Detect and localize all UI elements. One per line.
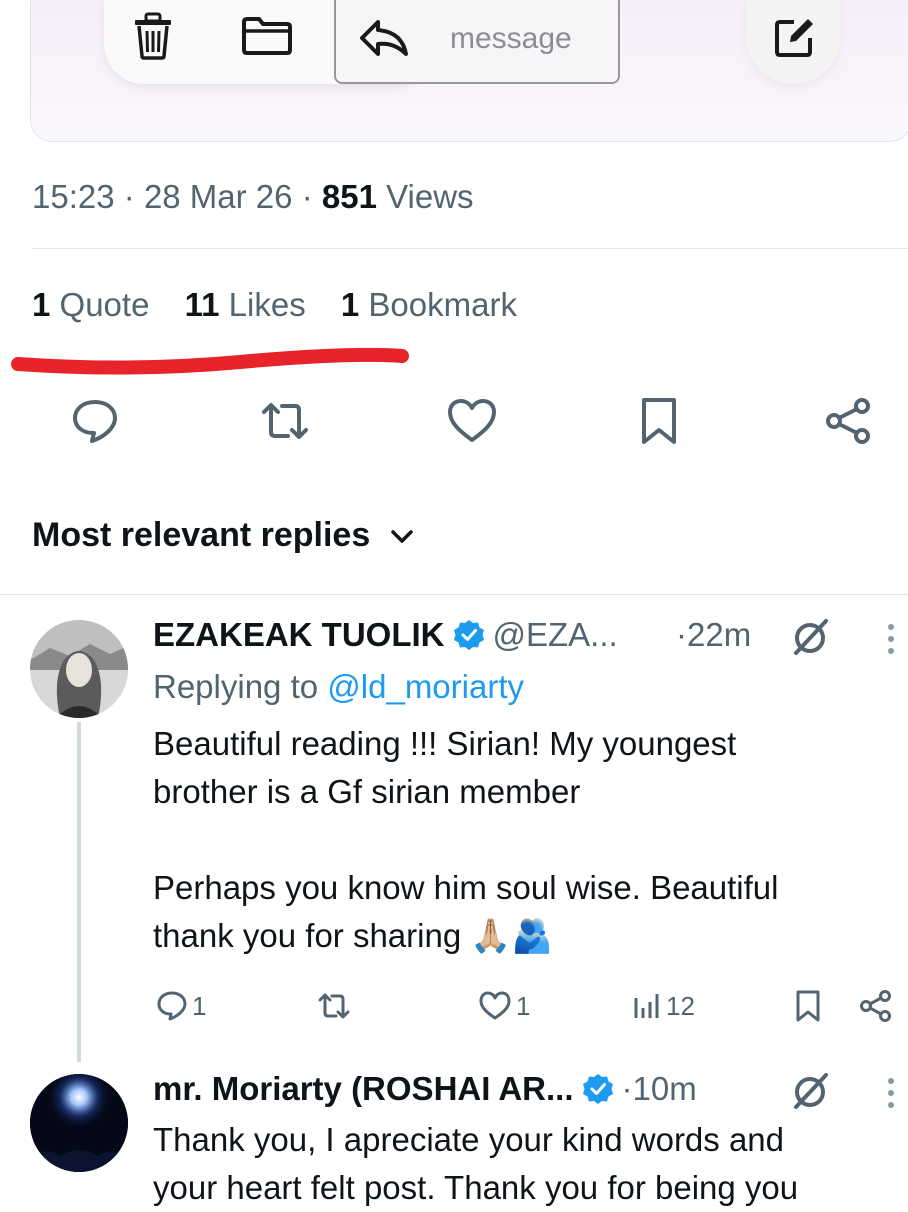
reply-time[interactable]: ·10m [622,1070,697,1108]
emoji: 🙏🏼🫂 [470,917,553,954]
views-chart-icon [634,994,659,1018]
more-options-icon[interactable] [888,1078,896,1114]
reply-body: Beautiful reading !!! Sirian! My younges… [153,725,779,954]
replies-sort-label: Most relevant replies [32,516,371,554]
reply-header: EZAKEAK TUOLIK @EZA... [153,616,618,654]
red-underline-annotation [11,347,409,375]
like-icon [479,991,511,1020]
grok-icon[interactable] [790,1071,830,1116]
reply-button[interactable]: 1 [156,986,206,1026]
like-icon[interactable] [446,396,496,446]
views-button[interactable]: 12 [632,986,695,1026]
meta-separator: · [301,178,313,215]
message-placeholder: message [450,22,572,55]
avatar[interactable] [30,1074,128,1172]
like-count: 1 [516,990,531,1021]
divider [0,594,908,595]
reply-icon [157,991,187,1021]
quotes-stat[interactable]: 1 Quote [32,286,149,323]
author-name[interactable]: mr. Moriarty (ROSHAI AR... [153,1070,574,1108]
share-button[interactable] [858,986,894,1026]
reply-icon[interactable] [358,18,410,58]
compose-icon [772,16,816,60]
views-label[interactable]: Views [386,178,473,215]
more-options-icon[interactable] [888,624,896,660]
replying-to: Replying to @ld_moriarty [153,668,524,705]
verified-badge-icon [582,1074,613,1104]
post-stats: 1 Quote 11 Likes 1 Bookmark [32,286,543,324]
grok-icon[interactable] [790,617,830,662]
author-handle[interactable]: @EZA... [493,616,618,654]
chevron-down-icon [390,530,413,543]
repost-icon [318,993,350,1019]
meta-separator: · [123,178,135,215]
replying-to-handle[interactable]: @ld_moriarty [327,668,524,705]
divider [32,248,908,249]
like-button[interactable]: 1 [478,986,530,1026]
repost-button[interactable] [316,986,352,1026]
reply-time[interactable]: ·22m [676,616,751,654]
folder-icon[interactable] [241,16,293,56]
reply-icon[interactable] [70,396,120,446]
views-count: 851 [321,178,377,215]
bookmark-button[interactable] [794,986,822,1026]
reply-count: 1 [192,990,207,1021]
bookmarks-stat[interactable]: 1 Bookmark [341,286,517,323]
bookmark-icon[interactable] [634,396,684,446]
trash-icon[interactable] [133,12,173,60]
avatar[interactable] [30,620,128,718]
likes-stat[interactable]: 11 Likes [185,286,306,323]
share-icon [860,990,891,1022]
post-time: 15:23 [32,178,115,215]
reply-header: mr. Moriarty (ROSHAI AR... ·10m [153,1070,697,1108]
share-icon[interactable] [822,396,872,446]
bookmark-icon [796,990,820,1022]
views-count: 12 [666,990,695,1021]
thread-line [77,722,81,1062]
post-meta: 15:23 · 28 Mar 26 · 851 Views [32,178,474,216]
author-name[interactable]: EZAKEAK TUOLIK [153,616,445,654]
post-date: 28 Mar 26 [143,178,293,215]
verified-badge-icon [453,620,484,650]
repost-icon[interactable] [258,396,308,446]
replies-sort-dropdown[interactable]: Most relevant replies [32,516,414,555]
reply-body: Thank you, I apreciate your kind words a… [153,1121,799,1206]
